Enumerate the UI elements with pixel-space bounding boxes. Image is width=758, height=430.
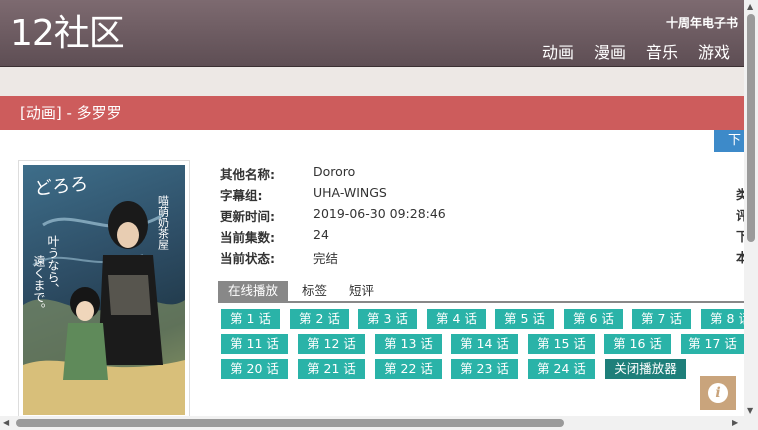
sub-header-bar: [0, 67, 744, 96]
tab-reviews[interactable]: 短评: [341, 281, 382, 301]
info-key: 字幕组:: [220, 188, 263, 203]
episode-button[interactable]: 第 11 话: [221, 334, 288, 354]
info-key: 其他名称:: [220, 167, 275, 182]
episode-button[interactable]: 第 16 话: [604, 334, 671, 354]
episode-button[interactable]: 第 14 话: [451, 334, 518, 354]
tab-online-play[interactable]: 在线播放: [218, 281, 289, 301]
nav-music[interactable]: 音乐: [646, 39, 678, 63]
info-value: UHA-WINGS: [313, 185, 387, 200]
info-row-alias: 其他名称: Dororo: [220, 164, 446, 185]
vertical-scrollbar[interactable]: ▲ ▼: [744, 0, 758, 430]
info-row-subgroup: 字幕组: UHA-WINGS: [220, 185, 446, 206]
nav-games[interactable]: 游戏: [698, 39, 730, 63]
svg-text:どろろ: どろろ: [33, 173, 89, 200]
info-row-episodes: 当前集数: 24: [220, 227, 446, 248]
nav-anime[interactable]: 动画: [542, 39, 574, 63]
episode-button[interactable]: 第 23 话: [451, 359, 518, 379]
episode-button[interactable]: 第 24 话: [528, 359, 595, 379]
scroll-up-icon[interactable]: ▲: [747, 2, 753, 11]
info-value: Dororo: [313, 164, 356, 179]
download-button[interactable]: 下: [714, 130, 744, 152]
info-row-status: 当前状态: 完结: [220, 248, 446, 269]
episode-button[interactable]: 第 2 话: [290, 309, 349, 329]
episode-button[interactable]: 第 13 话: [375, 334, 442, 354]
svg-text:叶うなら、: 叶うなら、: [46, 235, 60, 295]
right-col-label: 本: [736, 250, 744, 265]
episode-button[interactable]: 第 22 话: [375, 359, 442, 379]
tenth-anniversary-link[interactable]: 十周年电子书: [666, 14, 738, 31]
episode-button[interactable]: 第 7 话: [632, 309, 691, 329]
scroll-left-icon[interactable]: ◀: [3, 418, 9, 427]
episode-button[interactable]: 第 20 话: [221, 359, 288, 379]
episode-button[interactable]: 第 5 话: [495, 309, 554, 329]
info-value: 24: [313, 227, 329, 242]
episode-button[interactable]: 第 12 话: [298, 334, 365, 354]
info-value: 2019-06-30 09:28:46: [313, 206, 446, 221]
horizontal-scroll-thumb[interactable]: [16, 419, 564, 427]
main-nav: 动画 漫画 音乐 游戏: [542, 39, 730, 63]
info-icon: i: [708, 383, 728, 403]
info-key: 更新时间:: [220, 209, 275, 224]
episode-button[interactable]: 第 15 话: [528, 334, 595, 354]
horizontal-scrollbar[interactable]: ◀ ▶: [0, 416, 744, 430]
episode-button[interactable]: 第 17 话: [681, 334, 744, 354]
info-button[interactable]: i: [700, 376, 736, 410]
info-key: 当前状态:: [220, 251, 275, 266]
episode-button[interactable]: 第 4 话: [427, 309, 486, 329]
episode-button[interactable]: 第 6 话: [564, 309, 623, 329]
title-bar: [动画] - 多罗罗: [0, 96, 744, 130]
vertical-scroll-thumb[interactable]: [747, 14, 755, 242]
tab-tags[interactable]: 标签: [294, 281, 335, 301]
info-right-column: 类 评 下 本: [736, 184, 744, 268]
content-tabs: 在线播放 标签 短评: [218, 281, 744, 303]
site-header: 12社区 十周年电子书 动画 漫画 音乐 游戏: [0, 0, 744, 67]
svg-text:遠くまで。: 遠くまで。: [32, 255, 46, 315]
poster-image: どろろ 喵萌奶茶屋 叶うなら、 遠くまで。: [23, 165, 185, 415]
right-col-label: 类: [736, 187, 744, 202]
episode-button[interactable]: 第 1 话: [221, 309, 280, 329]
episode-button[interactable]: 第 8 话: [701, 309, 744, 329]
episode-button[interactable]: 第 21 话: [298, 359, 365, 379]
episode-button[interactable]: 第 3 话: [358, 309, 417, 329]
scroll-right-icon[interactable]: ▶: [732, 418, 738, 427]
close-player-button[interactable]: 关闭播放器: [605, 359, 686, 379]
page-title: [动画] - 多罗罗: [20, 104, 122, 122]
anime-info: 其他名称: Dororo 字幕组: UHA-WINGS 更新时间: 2019-0…: [220, 164, 446, 269]
info-key: 当前集数:: [220, 230, 275, 245]
site-logo[interactable]: 12社区: [10, 14, 125, 54]
info-row-updated: 更新时间: 2019-06-30 09:28:46: [220, 206, 446, 227]
right-col-label: 下: [736, 229, 744, 244]
right-col-label: 评: [736, 208, 744, 223]
scroll-down-icon[interactable]: ▼: [747, 406, 753, 415]
episode-list: 第 1 话 第 2 话 第 3 话 第 4 话 第 5 话 第 6 话 第 7 …: [221, 309, 744, 381]
nav-manga[interactable]: 漫画: [594, 39, 626, 63]
info-value: 完结: [313, 251, 339, 266]
poster-frame: どろろ 喵萌奶茶屋 叶うなら、 遠くまで。: [18, 160, 190, 422]
svg-text:喵萌奶茶屋: 喵萌奶茶屋: [157, 195, 170, 251]
